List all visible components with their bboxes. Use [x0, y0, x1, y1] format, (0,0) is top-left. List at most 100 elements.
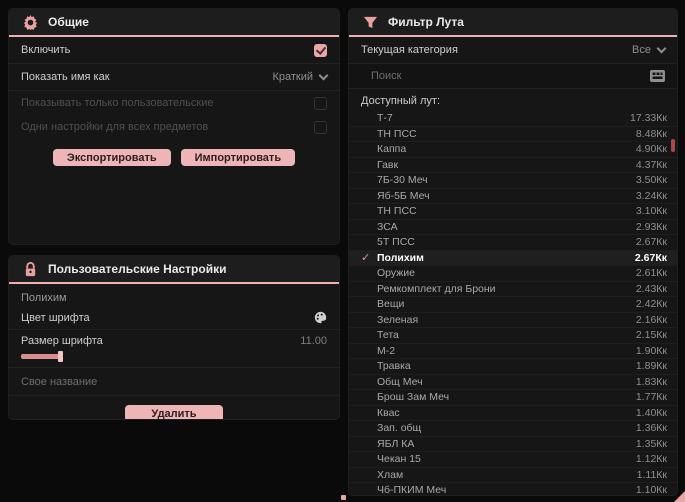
funnel-icon: [363, 16, 378, 28]
row-enable: Включить: [9, 37, 339, 64]
item-name: Чб-ПКИМ Меч: [377, 484, 447, 496]
selected-item-name: Полихим: [21, 292, 67, 304]
item-name: Т-7: [377, 112, 393, 125]
item-name: Гавк: [377, 158, 399, 171]
search-row: [349, 64, 677, 89]
category-label: Текущая категория: [361, 44, 458, 56]
item-value: 2.15Кк: [635, 329, 667, 342]
row-custom-name: [9, 368, 339, 396]
list-item[interactable]: ✓ ЗСА 2.93Кк: [349, 220, 677, 235]
enable-label: Включить: [21, 44, 71, 56]
item-value: 8.48Кк: [635, 127, 667, 140]
list-item[interactable]: ✓ 7Б-30 Меч 3.50Кк: [349, 173, 677, 189]
item-name: Брош Зам Меч: [377, 391, 450, 404]
list-item[interactable]: ✓ 5Т ПСС 2.67Кк: [349, 235, 677, 251]
list-item[interactable]: ✓ Ремкомплект для Брони 2.43Кк: [349, 282, 677, 297]
item-name: Общ Меч: [377, 375, 423, 388]
custom-name-input[interactable]: [21, 375, 327, 388]
list-item[interactable]: ✓ Зеленая 2.16Кк: [349, 313, 677, 328]
list-item[interactable]: ✓ Зап. общ 1.36Кк: [349, 421, 677, 437]
panel-custom-settings-header: Пользовательские Настройки: [9, 256, 339, 284]
row-font-size: Размер шрифта 11.00: [9, 330, 339, 352]
item-name: Хлам: [377, 468, 404, 481]
list-item[interactable]: ✓ ТН ПСС 8.48Кк: [349, 127, 677, 142]
item-value: 1.12Кк: [635, 453, 667, 466]
item-value: 1.11Кк: [636, 468, 667, 481]
row-font-color: Цвет шрифта: [9, 306, 339, 330]
list-item[interactable]: ✓ Чб-ПКИМ Меч 1.10Кк: [349, 483, 677, 496]
font-color-label: Цвет шрифта: [21, 311, 90, 324]
item-name: 5Т ПСС: [377, 236, 415, 249]
item-value: 2.93Кк: [635, 220, 667, 233]
list-item[interactable]: ✓ Полихим 2.67Кк: [349, 250, 677, 266]
category-value: Все: [632, 44, 651, 56]
panel-general-header: Общие: [9, 9, 339, 37]
item-value: 1.35Кк: [635, 437, 667, 450]
list-item[interactable]: ✓ Квас 1.40Кк: [349, 406, 677, 421]
mod-settings-screen: Общие Включить Показать имя как Краткий …: [0, 0, 685, 502]
delete-row: Удалить: [9, 396, 339, 419]
font-size-value: 11.00: [300, 335, 327, 347]
same-settings-checkbox[interactable]: [314, 120, 327, 134]
loot-list: ✓ Т-7 17.33Кк ✓ ТН ПСС 8.48Кк ✓ Каппа 4.…: [349, 111, 677, 496]
list-item[interactable]: ✓ Оружие 2.61Кк: [349, 266, 677, 282]
item-value: 1.90Кк: [635, 344, 667, 357]
list-item[interactable]: ✓ Каппа 4.90Кк: [349, 142, 677, 158]
item-value: 2.67Кк: [635, 236, 667, 249]
slider-track[interactable]: [21, 351, 321, 362]
palette-icon[interactable]: [314, 311, 327, 324]
scrollbar-thumb[interactable]: [671, 139, 675, 152]
item-value: 2.43Кк: [635, 282, 667, 295]
item-value: 1.77Кк: [635, 391, 667, 404]
item-value: 3.10Кк: [635, 205, 667, 218]
item-value: 2.42Кк: [635, 298, 667, 311]
resize-grip-icon[interactable]: [674, 491, 685, 502]
item-name: Квас: [377, 406, 400, 419]
import-button[interactable]: Импортировать: [180, 149, 296, 166]
item-value: 2.61Кк: [635, 267, 667, 280]
list-item[interactable]: ✓ Яб-5Б Меч 3.24Кк: [349, 189, 677, 204]
item-name: ЗСА: [377, 220, 398, 233]
font-size-label: Размер шрифта: [21, 335, 103, 347]
list-item[interactable]: ✓ Гавк 4.37Кк: [349, 158, 677, 173]
export-button[interactable]: Экспортировать: [52, 149, 171, 166]
font-size-slider[interactable]: [9, 351, 339, 368]
delete-button[interactable]: Удалить: [125, 405, 223, 419]
item-name: 7Б-30 Меч: [377, 174, 428, 187]
item-value: 2.67Кк: [634, 251, 667, 264]
item-name: Яб-5Б Меч: [377, 189, 430, 202]
only-custom-checkbox[interactable]: [314, 96, 327, 110]
available-loot-label: Доступный лут:: [361, 95, 441, 107]
item-name: Ремкомплект для Брони: [377, 282, 496, 295]
item-value: 1.10Кк: [635, 484, 667, 496]
panel-loot-filter-title: Фильтр Лута: [388, 15, 464, 29]
item-value: 3.50Кк: [635, 174, 667, 187]
panel-loot-filter-header: Фильтр Лута: [349, 9, 677, 37]
chevron-down-icon: [656, 43, 667, 53]
list-item[interactable]: ✓ Чекан 15 1.12Кк: [349, 452, 677, 468]
list-item[interactable]: ✓ М-2 1.90Кк: [349, 344, 677, 359]
list-item[interactable]: ✓ Т-7 17.33Кк: [349, 111, 677, 127]
item-name: Тета: [377, 329, 399, 342]
enable-checkbox[interactable]: [314, 43, 327, 57]
list-item[interactable]: ✓ Травка 1.89Кк: [349, 359, 677, 375]
list-item[interactable]: ✓ Вещи 2.42Кк: [349, 297, 677, 313]
list-item[interactable]: ✓ Брош Зам Меч 1.77Кк: [349, 390, 677, 406]
panel-general: Общие Включить Показать имя как Краткий …: [8, 8, 340, 245]
list-item[interactable]: ✓ Общ Меч 1.83Кк: [349, 375, 677, 390]
list-item[interactable]: ✓ Хлам 1.11Кк: [349, 468, 677, 483]
resize-dot-icon: [341, 495, 346, 500]
item-name: Зап. общ: [377, 422, 422, 435]
panel-loot-filter: Фильтр Лута Текущая категория Все Доступ…: [348, 8, 678, 496]
list-item[interactable]: ✓ ЯБЛ КА 1.35Кк: [349, 437, 677, 452]
item-value: 1.36Кк: [635, 422, 667, 435]
slider-thumb[interactable]: [58, 351, 63, 362]
category-dropdown[interactable]: Все: [632, 43, 667, 56]
show-name-value: Краткий: [272, 71, 313, 83]
item-name: Зеленая: [377, 313, 419, 326]
grid-icon[interactable]: [650, 70, 665, 82]
list-item[interactable]: ✓ Тета 2.15Кк: [349, 328, 677, 344]
show-name-dropdown[interactable]: Краткий: [272, 70, 329, 83]
list-item[interactable]: ✓ ТН ПСС 3.10Кк: [349, 204, 677, 220]
search-input[interactable]: [371, 70, 650, 82]
